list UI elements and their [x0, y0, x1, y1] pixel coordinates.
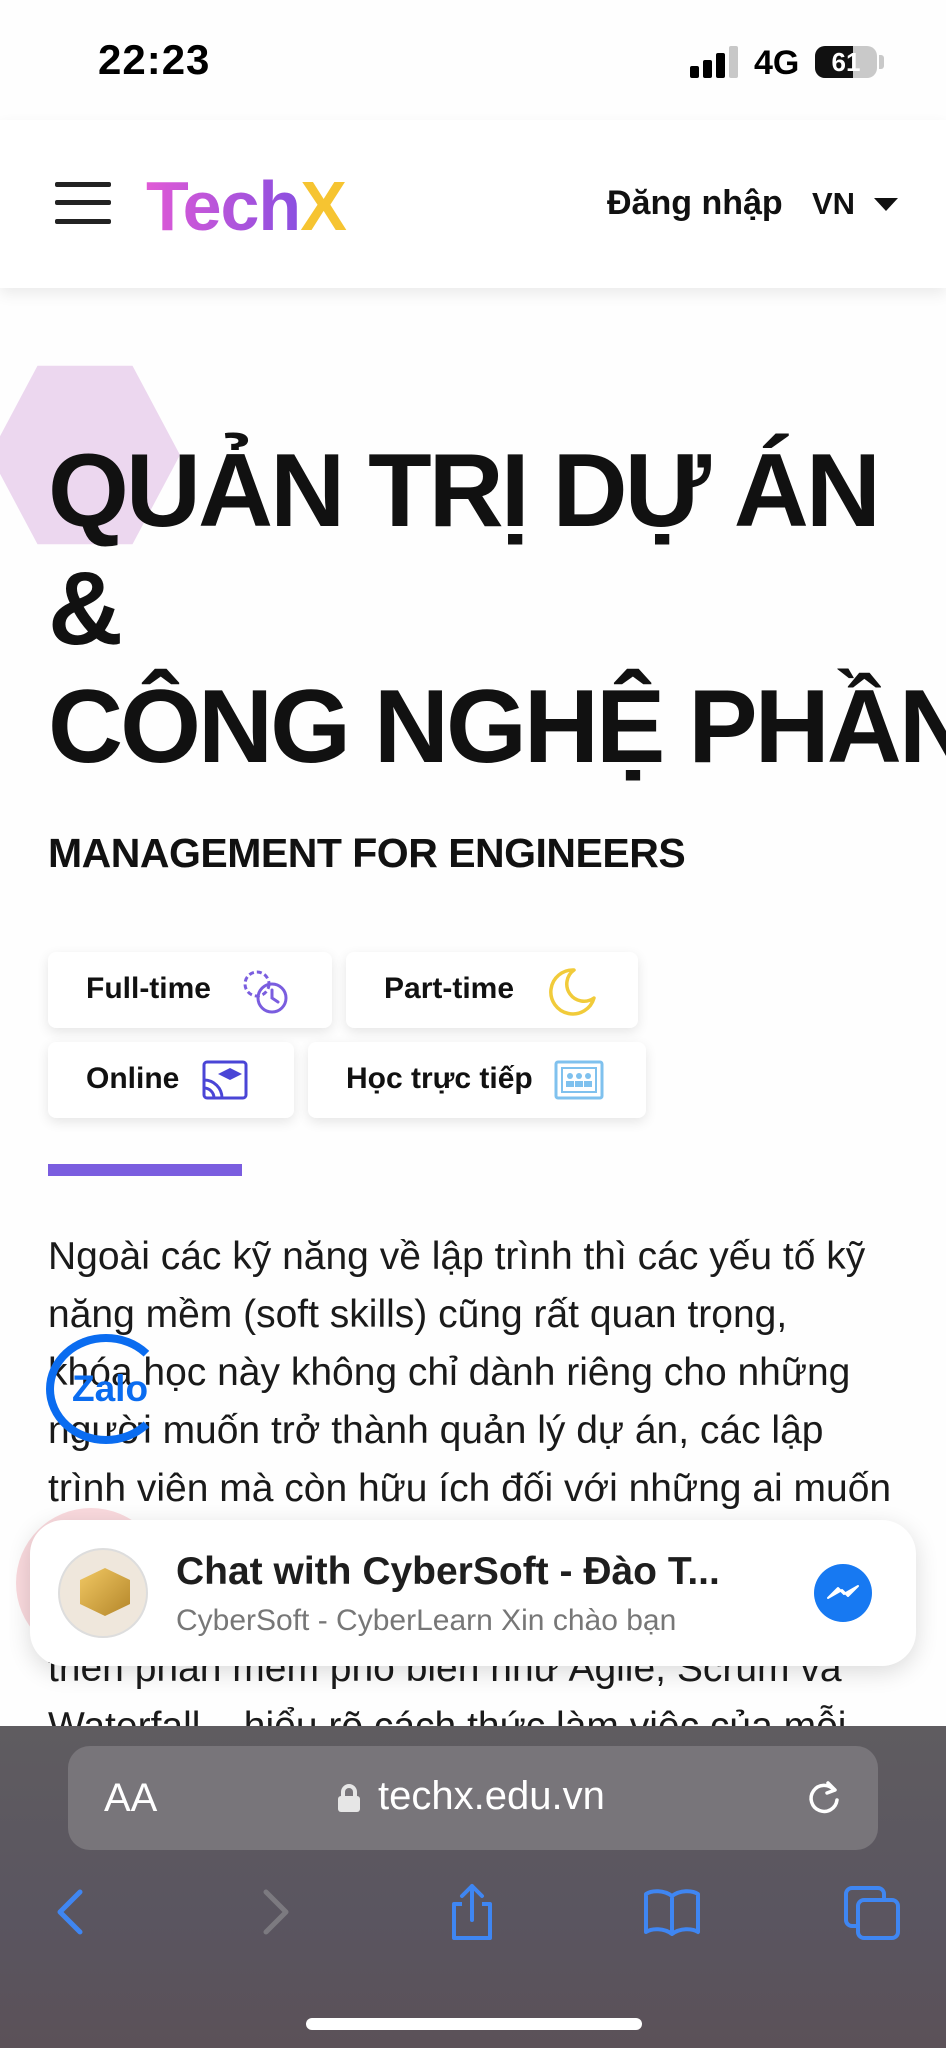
logo-text-tech: Tech	[146, 167, 301, 245]
description-line: Ngoài các kỹ năng về lập trình thì các y…	[48, 1235, 866, 1278]
status-bar: 22:23 4G 61	[0, 0, 946, 120]
forward-icon[interactable]	[244, 1882, 304, 1942]
cybersoft-avatar	[58, 1548, 148, 1638]
moon-icon	[549, 968, 596, 1016]
messenger-chat-widget[interactable]: Chat with CyberSoft - Đào T... CyberSoft…	[30, 1520, 916, 1666]
battery-icon: 61	[815, 46, 877, 78]
logo-text-x: X	[300, 167, 347, 245]
title-line: CÔNG NGHỆ PHẦN	[48, 669, 946, 785]
address-bar[interactable]: AA techx.edu.vn	[68, 1746, 878, 1850]
language-selector[interactable]: VN	[812, 186, 855, 222]
title-line: QUẢN TRỊ DỰ ÁN	[48, 433, 881, 549]
chip-label: Full-time	[86, 972, 211, 1005]
browser-toolbar: AA techx.edu.vn	[0, 1726, 946, 2048]
techx-logo[interactable]: TechX	[146, 166, 347, 246]
cellular-signal-icon	[690, 46, 740, 78]
zalo-chat-button[interactable]: Zalo	[46, 1334, 166, 1444]
description-line: trình viên mà còn hữu ích đối với những …	[48, 1467, 892, 1510]
chip-full-time: Full-time	[48, 952, 332, 1028]
page-subtitle: MANAGEMENT FOR ENGINEERS	[48, 830, 686, 876]
description-line: năng mềm (soft skills) cũng rất quan trọ…	[48, 1293, 788, 1336]
description-line: người muốn trở thành quản lý dự án, các …	[48, 1409, 824, 1452]
chip-online: Online	[48, 1042, 294, 1118]
chip-in-person: Học trực tiếp	[308, 1042, 646, 1118]
home-indicator[interactable]	[306, 2018, 642, 2030]
zalo-label: Zalo	[72, 1368, 149, 1409]
url-text[interactable]: techx.edu.vn	[378, 1774, 605, 1819]
lock-icon	[338, 1784, 360, 1812]
battery-tip	[879, 55, 884, 69]
screen: 22:23 4G 61 TechX Đăng nhập VN QUẢN TRỊ …	[0, 0, 946, 2048]
chat-title: Chat with CyberSoft - Đào T...	[176, 1550, 720, 1593]
description-line: khóa học này không chỉ dành riêng cho nh…	[48, 1351, 851, 1394]
online-class-icon	[202, 1060, 248, 1100]
title-line: &	[48, 551, 123, 667]
bookmarks-icon[interactable]	[642, 1882, 702, 1942]
chip-label: Học trực tiếp	[346, 1062, 533, 1095]
classroom-icon	[554, 1060, 604, 1100]
tabs-icon[interactable]	[842, 1882, 902, 1942]
accent-divider	[48, 1164, 242, 1176]
share-icon[interactable]	[442, 1882, 502, 1942]
course-description: Ngoài các kỹ năng về lập trình thì các y…	[48, 1228, 908, 1518]
chip-part-time: Part-time	[346, 952, 638, 1028]
text-size-label: AA	[104, 1776, 158, 1820]
battery-level: 61	[831, 47, 861, 77]
caret-down-icon[interactable]	[874, 198, 898, 211]
site-header: TechX Đăng nhập VN	[0, 120, 946, 288]
page-title: QUẢN TRỊ DỰ ÁN & CÔNG NGHỆ PHẦN	[48, 432, 946, 786]
cybersoft-logo-icon	[80, 1568, 130, 1616]
text-size-button[interactable]: AA	[104, 1776, 157, 1821]
status-time: 22:23	[98, 36, 211, 83]
messenger-icon[interactable]	[814, 1564, 872, 1622]
back-icon[interactable]	[42, 1882, 102, 1942]
chip-label: Online	[86, 1062, 180, 1095]
hamburger-menu-icon[interactable]	[55, 182, 111, 224]
chat-subtitle: CyberSoft - CyberLearn Xin chào bạn	[176, 1604, 677, 1637]
clock-gears-icon	[243, 970, 288, 1014]
login-link[interactable]: Đăng nhập	[607, 184, 783, 223]
reload-icon[interactable]	[804, 1778, 844, 1818]
network-type: 4G	[754, 44, 800, 82]
chip-label: Part-time	[384, 972, 515, 1005]
